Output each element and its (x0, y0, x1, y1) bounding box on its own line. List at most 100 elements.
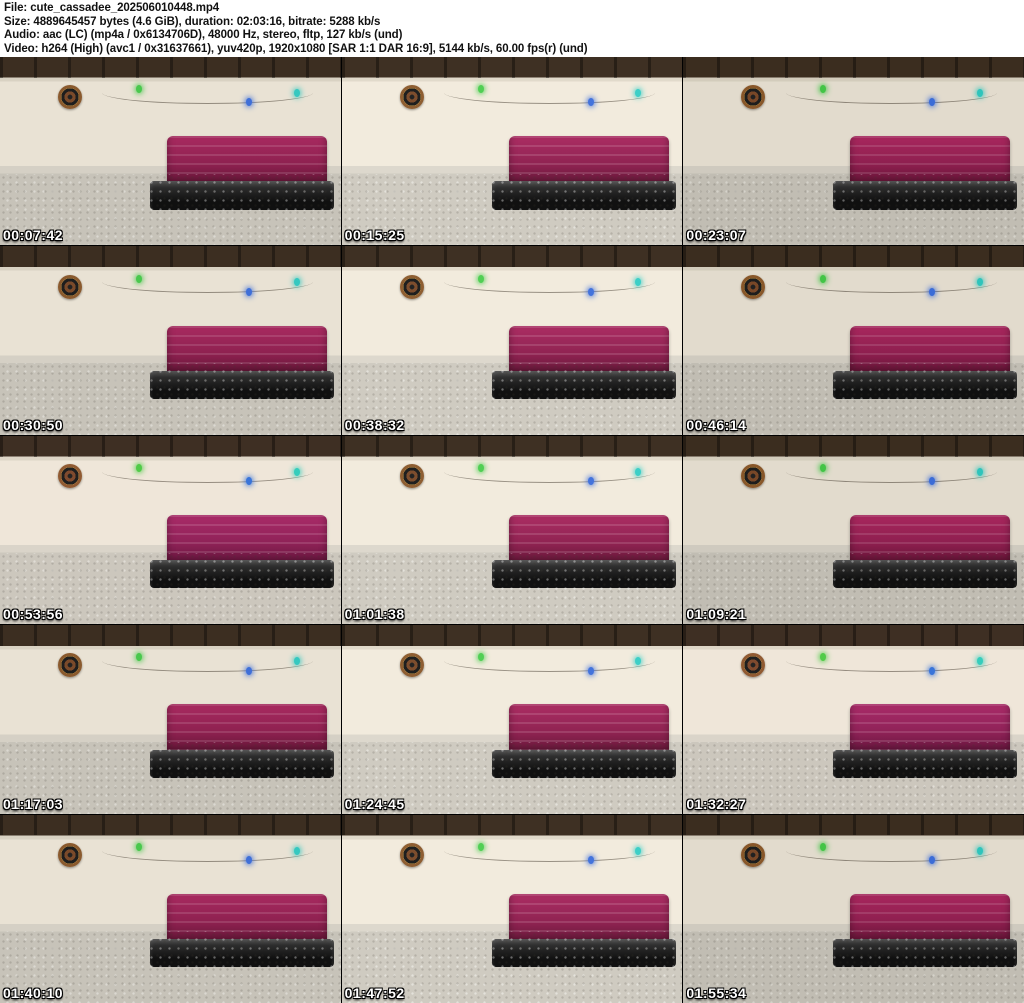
string-light-wire (443, 650, 656, 673)
string-light-icon (819, 274, 826, 283)
meta-line-video: Video: h264 (High) (avc1 / 0x31637661), … (4, 42, 588, 55)
thumbnail-grid: 00:07:42 00:15:25 00:23:07 00:30:50 00:3… (0, 57, 1024, 1003)
ceiling-joists (341, 246, 683, 268)
string-light-icon (819, 464, 826, 473)
video-thumbnail: 00:07:42 (0, 57, 341, 246)
string-light-icon (587, 98, 594, 107)
video-thumbnail: 00:38:32 (341, 246, 683, 435)
ceiling-joists (683, 814, 1024, 836)
string-light-wire (785, 460, 997, 483)
string-light-icon (819, 85, 826, 94)
video-thumbnail: 01:32:27 (683, 625, 1024, 814)
timestamp-overlay: 00:53:56 (3, 606, 64, 623)
string-light-wire (443, 271, 656, 294)
string-light-wire (785, 839, 997, 862)
string-light-wire (102, 81, 314, 105)
video-thumbnail: 00:53:56 (0, 435, 341, 625)
dartboard-icon (399, 274, 424, 299)
dartboard-icon (399, 85, 424, 110)
dartboard-icon (741, 842, 766, 867)
string-light-icon (587, 287, 594, 296)
string-light-icon (246, 98, 253, 107)
timestamp-overlay: 00:38:32 (344, 416, 405, 433)
string-light-icon (246, 477, 253, 486)
thumbnail-placeholder (341, 246, 683, 435)
string-light-icon (929, 477, 936, 486)
dartboard-icon (741, 464, 766, 489)
video-thumbnail: 01:17:03 (0, 625, 341, 814)
video-thumbnail: 01:24:45 (341, 625, 683, 814)
timestamp-overlay: 01:01:38 (344, 606, 405, 623)
ceiling-joists (341, 57, 683, 78)
ceiling-joists (341, 625, 683, 646)
meta-line-audio: Audio: aac (LC) (mp4a / 0x6134706D), 480… (4, 29, 403, 41)
string-light-wire (443, 839, 656, 862)
video-thumbnail: 00:46:14 (683, 246, 1024, 435)
thumbnail-placeholder (0, 57, 341, 246)
ceiling-joists (0, 435, 341, 457)
meta-line-file: File: cute_cassadee_202506010448.mp4 (4, 2, 220, 14)
string-light-wire (102, 839, 314, 862)
timestamp-overlay: 00:07:42 (3, 227, 64, 244)
dartboard-icon (399, 464, 424, 489)
string-light-icon (477, 464, 484, 473)
dartboard-icon (741, 653, 766, 678)
dartboard-icon (741, 274, 766, 299)
ceiling-joists (341, 814, 683, 836)
ceiling-joists (0, 57, 341, 78)
string-light-icon (819, 842, 826, 851)
thumbnail-placeholder (341, 57, 683, 246)
string-light-icon (587, 477, 594, 486)
dartboard-icon (57, 85, 82, 110)
video-thumbnail: 01:55:34 (683, 814, 1024, 1003)
video-thumbnail: 00:23:07 (683, 57, 1024, 246)
timestamp-overlay: 01:55:34 (686, 984, 747, 1001)
ceiling-joists (341, 435, 683, 457)
dartboard-icon (399, 842, 424, 867)
timestamp-overlay: 00:46:14 (686, 416, 747, 433)
meta-line-size: Size: 4889645457 bytes (4.6 GiB), durati… (4, 15, 381, 28)
video-thumbnail: 01:40:10 (0, 814, 341, 1003)
video-thumbnail: 00:15:25 (341, 57, 683, 246)
string-light-icon (246, 856, 253, 865)
string-light-icon (477, 274, 484, 283)
timestamp-overlay: 00:30:50 (3, 416, 64, 433)
thumbnail-placeholder (0, 435, 341, 625)
string-light-wire (785, 81, 997, 105)
string-light-icon (136, 274, 143, 283)
string-light-wire (443, 460, 656, 483)
string-light-wire (102, 650, 314, 673)
thumbnail-placeholder (341, 625, 683, 814)
string-light-icon (929, 287, 936, 296)
thumbnail-placeholder (0, 814, 341, 1003)
ceiling-joists (683, 625, 1024, 646)
thumbnail-placeholder (683, 57, 1024, 246)
ceiling-joists (0, 246, 341, 268)
file-info-header: File: cute_cassadee_202506010448.mp4 Siz… (0, 0, 1024, 57)
thumbnail-placeholder (683, 625, 1024, 814)
video-thumbnail: 01:09:21 (683, 435, 1024, 625)
dartboard-icon (57, 653, 82, 678)
string-light-icon (587, 666, 594, 675)
string-light-wire (785, 271, 997, 294)
thumbnail-placeholder (683, 246, 1024, 435)
ceiling-joists (0, 625, 341, 646)
string-light-wire (443, 81, 656, 105)
string-light-icon (246, 287, 253, 296)
string-light-icon (587, 856, 594, 865)
ceiling-joists (683, 246, 1024, 268)
string-light-icon (293, 467, 300, 476)
ceiling-joists (683, 435, 1024, 457)
string-light-icon (977, 467, 984, 476)
timestamp-overlay: 00:15:25 (344, 227, 405, 244)
dartboard-icon (57, 842, 82, 867)
video-thumbnail: 01:01:38 (341, 435, 683, 625)
thumbnail-placeholder (683, 435, 1024, 625)
string-light-icon (477, 842, 484, 851)
string-light-wire (102, 460, 314, 483)
string-light-wire (785, 650, 997, 673)
string-light-icon (293, 89, 300, 98)
string-light-icon (246, 666, 253, 675)
thumbnail-placeholder (0, 246, 341, 435)
timestamp-overlay: 01:40:10 (3, 984, 64, 1001)
